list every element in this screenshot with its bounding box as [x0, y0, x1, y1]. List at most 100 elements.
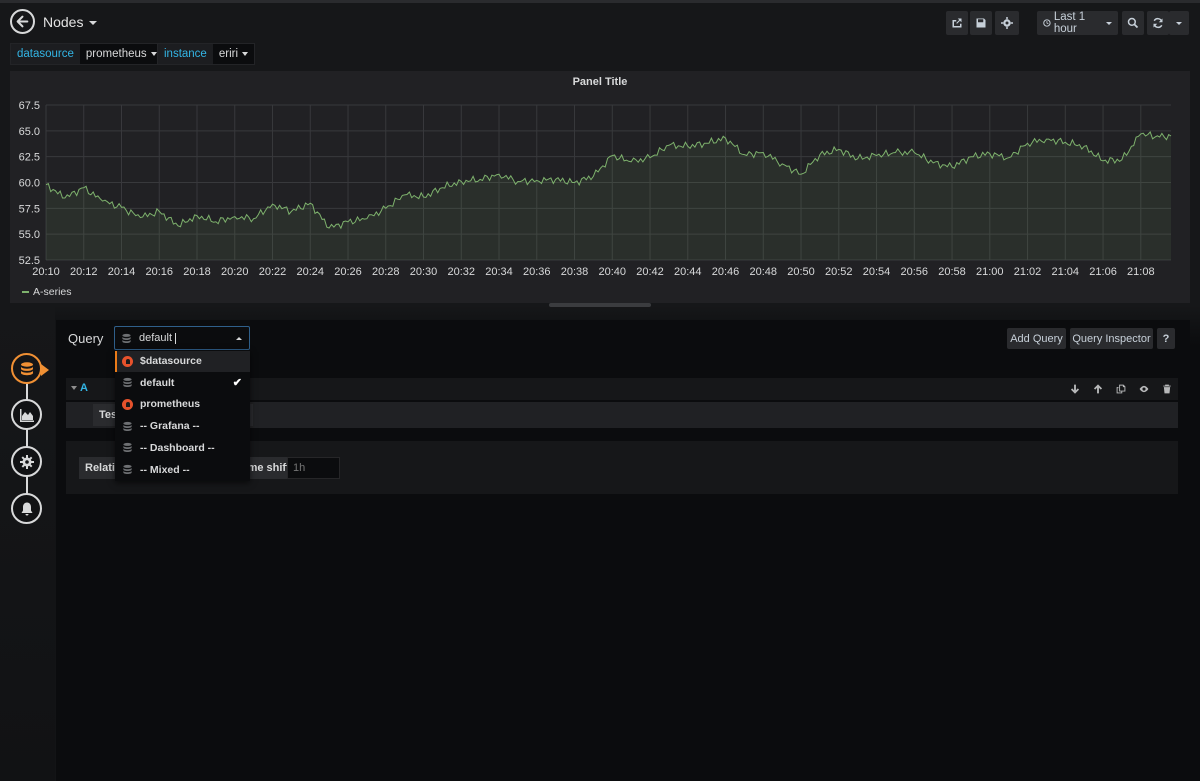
x-tick-label: 20:34	[485, 266, 513, 278]
database-icon	[20, 361, 33, 375]
text-cursor	[175, 332, 177, 344]
datasource-picker[interactable]: default	[114, 326, 250, 350]
x-tick-label: 20:10	[32, 266, 60, 278]
y-tick-label: 55.0	[19, 229, 40, 241]
datasource-option[interactable]: $datasource	[115, 350, 250, 372]
legend-item-a-series[interactable]: A-series	[22, 286, 72, 298]
variable-datasource: datasource prometheus	[10, 43, 164, 65]
checkmark-icon: ✔	[232, 377, 242, 390]
variable-value-dropdown[interactable]: prometheus	[79, 44, 163, 64]
arrow-down-icon	[1070, 384, 1079, 394]
variable-label: instance	[158, 44, 213, 64]
x-tick-label: 21:00	[976, 266, 1004, 278]
x-tick-label: 20:12	[70, 266, 98, 278]
chevron-down-icon	[1176, 21, 1182, 25]
query-ref-id[interactable]: A	[80, 382, 88, 394]
datasource-menu: $datasource default ✔ prometheus -- Grafana …	[115, 350, 250, 481]
back-button[interactable]	[10, 9, 35, 34]
refresh-icon	[1153, 17, 1163, 29]
database-icon	[123, 443, 132, 453]
dashboard-title-text: Nodes	[43, 14, 84, 30]
x-tick-label: 20:42	[636, 266, 664, 278]
query-inspector-button[interactable]: Query Inspector	[1070, 328, 1153, 349]
tools-icon	[19, 454, 34, 469]
series-area-fill	[46, 132, 1171, 260]
time-shift-input[interactable]	[287, 457, 340, 479]
x-tick-label: 20:46	[712, 266, 740, 278]
refresh-interval-dropdown[interactable]	[1169, 11, 1189, 35]
chevron-down-icon	[1106, 21, 1112, 25]
refresh-button[interactable]	[1147, 11, 1169, 35]
x-tick-label: 21:08	[1127, 266, 1155, 278]
legend-label: A-series	[33, 286, 72, 298]
graph-panel: Panel Title 52.5 55.0 57.5 60.0 62.5 65.0 67.5…	[10, 71, 1190, 303]
x-tick-label: 21:04	[1052, 266, 1080, 278]
datasource-option[interactable]: prometheus	[115, 394, 250, 415]
x-tick-label: 20:38	[561, 266, 589, 278]
zoom-out-button[interactable]	[1122, 11, 1144, 35]
share-icon	[952, 18, 962, 28]
datasource-option-label: -- Dashboard --	[140, 441, 215, 454]
delete-query-button[interactable]	[1155, 384, 1178, 394]
datasource-option-label: -- Mixed --	[140, 463, 190, 476]
x-tick-label: 21:06	[1089, 266, 1117, 278]
chevron-down-icon	[89, 21, 98, 26]
database-icon	[123, 421, 132, 431]
step-queries[interactable]	[11, 353, 49, 384]
variable-value-text: eriri	[218, 48, 239, 60]
trash-icon	[1162, 384, 1171, 394]
bell-icon	[21, 502, 32, 515]
panel-resize-handle[interactable]	[549, 303, 651, 307]
database-icon	[122, 333, 131, 343]
collapse-caret-icon[interactable]	[71, 386, 77, 390]
toggle-visibility-button[interactable]	[1132, 384, 1155, 394]
steps-connector	[26, 380, 28, 500]
dashboard-title[interactable]: Nodes	[43, 14, 98, 30]
x-tick-label: 20:14	[108, 266, 136, 278]
share-button[interactable]	[946, 11, 968, 35]
dashboard-navbar: Nodes Last 1 hour	[0, 3, 1200, 41]
arrow-up-icon	[1093, 384, 1102, 394]
x-tick-label: 20:26	[334, 266, 362, 278]
datasource-option[interactable]: -- Dashboard --	[115, 437, 250, 458]
time-picker-button[interactable]: Last 1 hour	[1037, 11, 1118, 35]
move-down-button[interactable]	[1063, 384, 1086, 394]
x-tick-label: 20:44	[674, 266, 702, 278]
x-tick-label: 20:18	[183, 266, 211, 278]
step-visualization[interactable]	[11, 399, 42, 430]
area-chart-icon	[19, 408, 34, 422]
x-tick-label: 20:58	[938, 266, 966, 278]
x-tick-label: 20:20	[221, 266, 249, 278]
variable-value-dropdown[interactable]: eriri	[212, 44, 255, 64]
zoom-out-icon	[1127, 17, 1139, 29]
x-tick-label: 20:48	[750, 266, 778, 278]
arrow-left-icon	[16, 15, 29, 28]
legend-swatch	[22, 291, 29, 293]
graph-chart[interactable]: 52.555.057.560.062.565.067.520:10 20:12 20…	[10, 71, 1190, 303]
y-tick-label: 60.0	[19, 178, 40, 190]
y-tick-label: 67.5	[19, 100, 40, 112]
x-tick-label: 20:52	[825, 266, 853, 278]
move-up-button[interactable]	[1086, 384, 1109, 394]
datasource-option[interactable]: -- Mixed --	[115, 459, 250, 480]
x-tick-label: 20:32	[448, 266, 476, 278]
duplicate-button[interactable]	[1109, 384, 1132, 394]
help-button[interactable]: ?	[1157, 328, 1175, 349]
settings-button[interactable]	[995, 11, 1019, 35]
chevron-down-icon	[150, 52, 157, 56]
time-range-label: Last 1 hour	[1053, 11, 1086, 35]
save-icon	[976, 18, 986, 28]
datasource-option[interactable]: default ✔	[115, 372, 250, 393]
x-tick-label: 20:54	[863, 266, 891, 278]
datasource-option[interactable]: -- Grafana --	[115, 416, 250, 437]
save-button[interactable]	[970, 11, 992, 35]
variable-value-text: prometheus	[85, 48, 147, 60]
datasource-input-text: default	[139, 332, 173, 344]
x-tick-label: 20:36	[523, 266, 551, 278]
y-tick-label: 57.5	[19, 203, 40, 215]
step-general[interactable]	[11, 446, 42, 477]
step-alert[interactable]	[11, 493, 42, 524]
datasource-option-label: default	[140, 376, 175, 389]
add-query-button[interactable]: Add Query	[1007, 328, 1066, 349]
x-tick-label: 20:24	[296, 266, 324, 278]
